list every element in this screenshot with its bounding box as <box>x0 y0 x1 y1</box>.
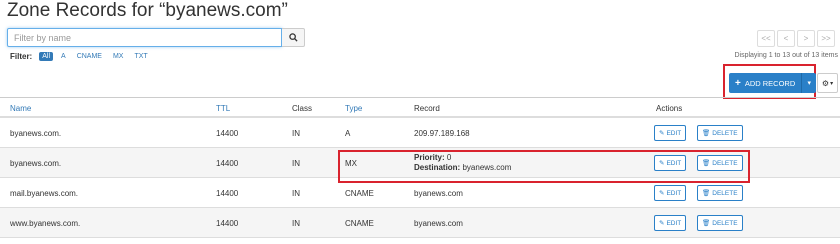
add-record-button-group: + ADD RECORD ▾ <box>729 73 817 93</box>
search-group <box>7 28 305 47</box>
prev-page-button[interactable]: < <box>777 30 795 47</box>
edit-button[interactable]: ✎ EDIT <box>654 125 687 141</box>
record-name: byanews.com. <box>10 129 62 138</box>
header-actions: Actions <box>656 104 683 113</box>
trash-icon: 🗑 <box>702 220 711 227</box>
delete-button[interactable]: 🗑 DELETE <box>697 185 743 201</box>
record-class: IN <box>292 129 300 138</box>
record-ttl: 14400 <box>216 159 239 168</box>
record-class: IN <box>292 219 300 228</box>
table-header: Name TTL Class Type Record Actions <box>0 97 840 118</box>
record-type: CNAME <box>345 189 374 198</box>
filter-mx[interactable]: MX <box>110 52 127 61</box>
delete-button[interactable]: 🗑 DELETE <box>697 215 743 231</box>
search-button[interactable] <box>282 28 305 47</box>
delete-label: DELETE <box>712 189 738 197</box>
record-class: IN <box>292 189 300 198</box>
filter-label: Filter: <box>10 52 33 61</box>
plus-icon: + <box>735 77 741 89</box>
gear-icon: ⚙ <box>821 78 830 88</box>
header-record: Record <box>414 104 440 113</box>
pencil-icon: ✎ <box>659 190 665 197</box>
record-value: 209.97.189.168 <box>414 129 470 138</box>
trash-icon: 🗑 <box>702 130 711 137</box>
trash-icon: 🗑 <box>702 190 711 197</box>
table-row: byanews.com. 14400 IN A 209.97.189.168 ✎… <box>0 118 840 148</box>
caret-down-icon: ▾ <box>830 80 834 87</box>
filter-cname[interactable]: CNAME <box>74 52 105 61</box>
pencil-icon: ✎ <box>659 130 665 137</box>
record-type: A <box>345 129 351 138</box>
add-record-dropdown[interactable]: ▾ <box>802 73 817 93</box>
edit-label: EDIT <box>666 219 682 227</box>
page-title: Zone Records for “byanews.com” <box>7 0 288 21</box>
settings-button[interactable]: ⚙ ▾ <box>817 73 838 93</box>
display-info: Displaying 1 to 13 out of 13 items <box>734 52 838 59</box>
add-record-button[interactable]: + ADD RECORD <box>729 73 803 93</box>
highlight-mx-record <box>338 150 750 183</box>
delete-label: DELETE <box>712 219 738 227</box>
filter-bar: Filter: All A CNAME MX TXT <box>10 52 151 61</box>
filter-txt[interactable]: TXT <box>131 52 150 61</box>
last-page-button[interactable]: >> <box>817 30 835 47</box>
record-name: mail.byanews.com. <box>10 189 79 198</box>
caret-down-icon: ▾ <box>807 80 812 87</box>
record-ttl: 14400 <box>216 189 239 198</box>
edit-button[interactable]: ✎ EDIT <box>654 185 687 201</box>
record-name: www.byanews.com. <box>10 219 81 228</box>
delete-label: DELETE <box>712 129 738 137</box>
search-icon <box>288 33 298 42</box>
first-page-button[interactable]: << <box>757 30 775 47</box>
pagination: << < > >> <box>757 30 835 47</box>
filter-a[interactable]: A <box>58 52 69 61</box>
record-name: byanews.com. <box>10 159 62 168</box>
edit-button[interactable]: ✎ EDIT <box>654 215 687 231</box>
header-name[interactable]: Name <box>10 104 31 113</box>
record-value: byanews.com <box>414 219 463 228</box>
record-ttl: 14400 <box>216 129 239 138</box>
edit-label: EDIT <box>666 129 682 137</box>
add-record-label: ADD RECORD <box>744 78 796 88</box>
record-value: byanews.com <box>414 189 463 198</box>
pencil-icon: ✎ <box>659 220 665 227</box>
record-ttl: 14400 <box>216 219 239 228</box>
record-type: CNAME <box>345 219 374 228</box>
header-type[interactable]: Type <box>345 104 362 113</box>
filter-all[interactable]: All <box>39 52 54 61</box>
header-ttl[interactable]: TTL <box>216 104 230 113</box>
record-class: IN <box>292 159 300 168</box>
next-page-button[interactable]: > <box>797 30 815 47</box>
table-row: www.byanews.com. 14400 IN CNAME byanews.… <box>0 208 840 238</box>
delete-button[interactable]: 🗑 DELETE <box>697 125 743 141</box>
edit-label: EDIT <box>666 189 682 197</box>
header-class: Class <box>292 104 313 113</box>
search-input[interactable] <box>7 28 282 47</box>
